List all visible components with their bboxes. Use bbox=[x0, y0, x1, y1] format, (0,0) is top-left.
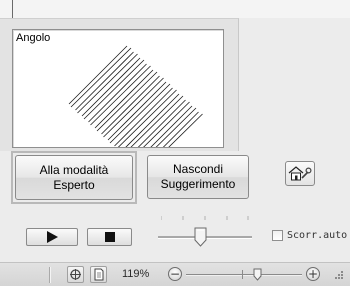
app-window: Angolo Alla modalità Esperto Nascondi Su… bbox=[0, 0, 350, 286]
expert-mode-line1: Alla modalità bbox=[39, 162, 109, 177]
zoom-slider-thumb[interactable] bbox=[253, 268, 262, 281]
zoom-slider-track[interactable] bbox=[186, 274, 302, 276]
stitch-preview: Angolo bbox=[12, 29, 224, 148]
hide-hint-button[interactable]: Nascondi Suggerimento bbox=[147, 155, 249, 199]
minus-icon: − bbox=[169, 267, 181, 281]
stitch-line bbox=[88, 63, 147, 123]
speed-slider[interactable] bbox=[155, 216, 255, 250]
stitch-line bbox=[81, 57, 141, 117]
expert-mode-line2: Esperto bbox=[53, 177, 95, 192]
top-strip bbox=[0, 0, 350, 18]
play-button[interactable] bbox=[26, 228, 78, 246]
page-view-icon bbox=[94, 268, 104, 281]
play-icon bbox=[47, 231, 58, 243]
plus-icon: + bbox=[307, 267, 319, 281]
stitch-line bbox=[94, 69, 154, 129]
stitch-line bbox=[70, 47, 132, 108]
stitch-pattern bbox=[68, 45, 203, 147]
page-view-button[interactable] bbox=[90, 266, 107, 283]
stitch-line bbox=[101, 75, 160, 135]
hide-hint-line1: Nascondi bbox=[172, 162, 224, 176]
stitch-line bbox=[68, 45, 128, 105]
hide-hint-line2: Suggerimento bbox=[160, 177, 236, 191]
expert-mode-button[interactable]: Alla modalità Esperto bbox=[15, 155, 133, 200]
home-wrench-icon bbox=[288, 166, 312, 181]
settings-button[interactable] bbox=[285, 161, 315, 186]
stop-icon bbox=[104, 232, 115, 242]
divider bbox=[12, 0, 13, 18]
stitch-line bbox=[96, 71, 158, 132]
stitch-line bbox=[114, 87, 173, 147]
stitch-line bbox=[109, 83, 171, 144]
stitch-line bbox=[107, 81, 167, 141]
zoom-in-button[interactable]: + bbox=[306, 267, 320, 281]
stitch-view-button[interactable] bbox=[67, 266, 84, 283]
status-separator bbox=[49, 267, 51, 283]
autoscroll-label: Scorr.auto bbox=[287, 230, 348, 241]
slider-ticks bbox=[161, 216, 249, 220]
stitch-line bbox=[103, 77, 164, 138]
stitch-view-icon bbox=[70, 269, 81, 280]
stitch-line bbox=[83, 59, 145, 120]
stitch-line bbox=[77, 53, 138, 114]
stop-button[interactable] bbox=[87, 228, 132, 246]
stitch-line bbox=[90, 65, 151, 126]
autoscroll-option[interactable]: Scorr.auto bbox=[272, 230, 347, 241]
resize-grip-icon[interactable] bbox=[334, 270, 344, 280]
zoom-center-tick bbox=[242, 270, 243, 279]
autoscroll-checkbox[interactable] bbox=[272, 230, 283, 241]
zoom-out-button[interactable]: − bbox=[168, 267, 182, 281]
zoom-level: 119% bbox=[122, 268, 150, 280]
slider-thumb[interactable] bbox=[194, 227, 207, 247]
status-bar: 119% − + bbox=[0, 262, 350, 286]
stitch-line bbox=[75, 51, 134, 111]
stitch-line bbox=[137, 99, 186, 147]
